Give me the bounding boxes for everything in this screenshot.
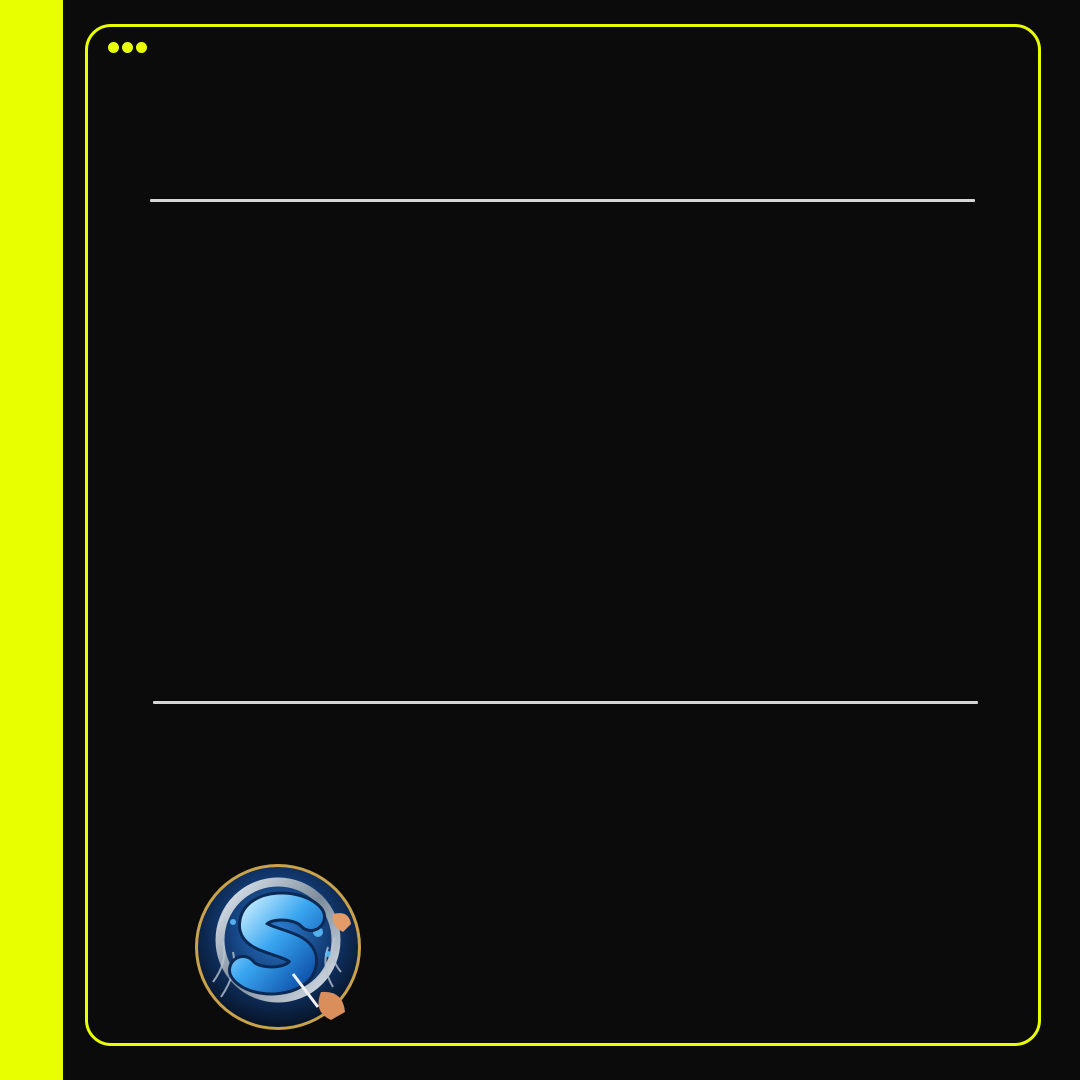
slide-canvas (0, 0, 1080, 1080)
divider-top (150, 199, 975, 202)
dot (122, 42, 133, 53)
brand-s-logo-icon (195, 864, 361, 1030)
dot (136, 42, 147, 53)
divider-bottom (153, 701, 978, 704)
accent-sidebar (0, 0, 63, 1080)
dot (108, 42, 119, 53)
more-dots-icon[interactable] (108, 42, 147, 53)
